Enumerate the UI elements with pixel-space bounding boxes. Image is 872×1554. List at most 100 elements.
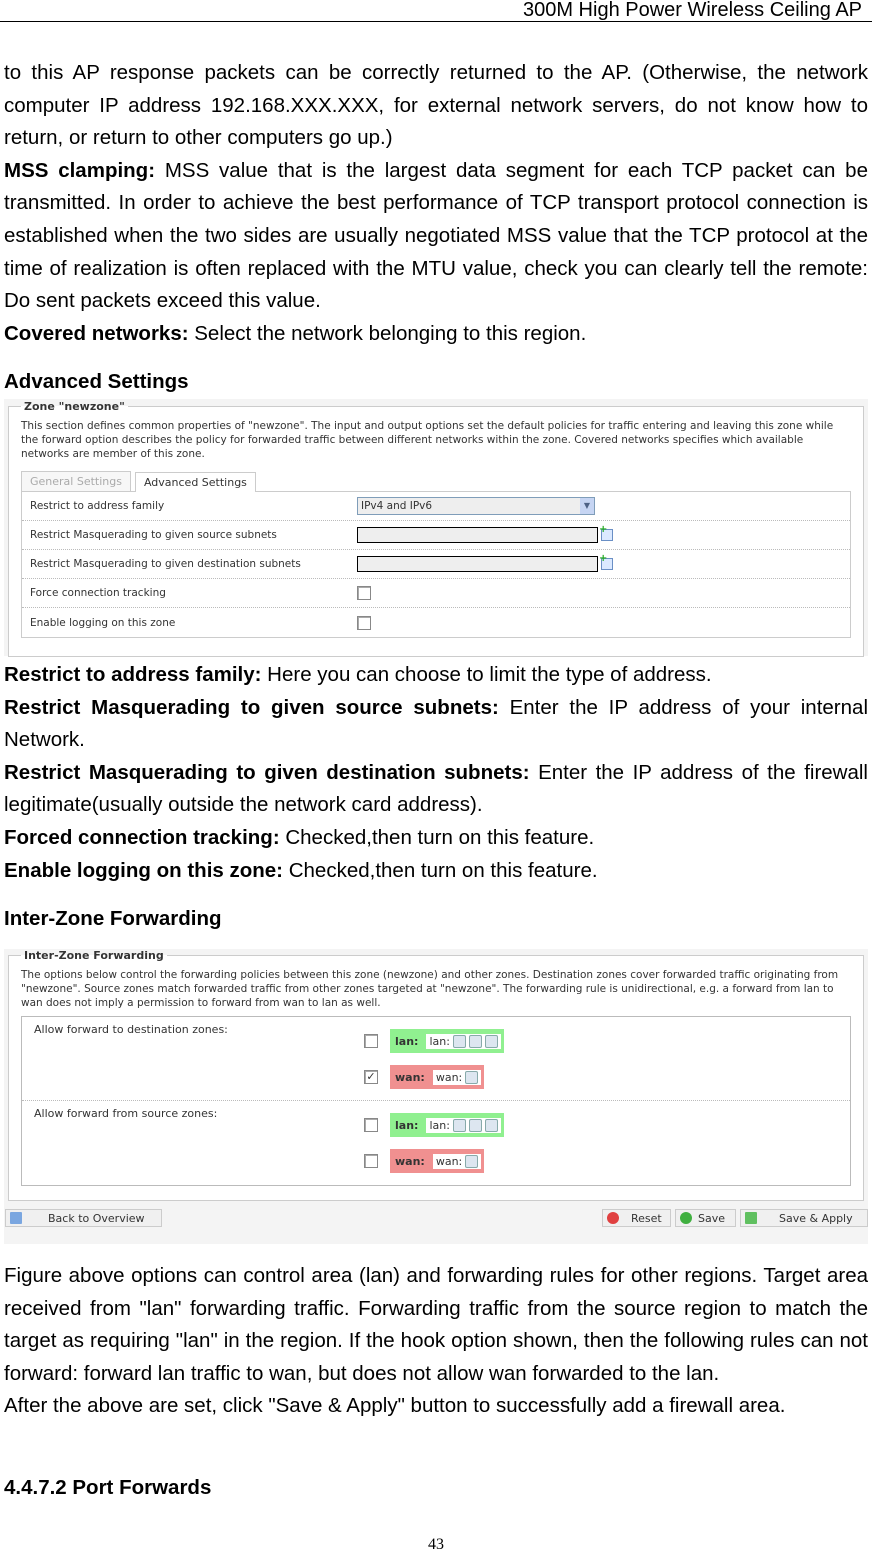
add-icon[interactable] <box>599 524 613 541</box>
row-conntrack: Force connection tracking <box>22 579 850 608</box>
tab-bar: General Settings Advanced Settings <box>21 471 851 492</box>
forwarding-box: Allow forward to destination zones: lan:… <box>21 1016 851 1186</box>
destination-zones-label: Allow forward to destination zones: <box>34 1023 228 1036</box>
button-label: Save <box>698 1211 726 1225</box>
mss-paragraph: MSS clamping: MSS value that is the larg… <box>4 155 868 318</box>
definition: Here you can choose to limit the type of… <box>261 663 712 686</box>
reset-button[interactable]: Reset <box>602 1209 671 1227</box>
forwarding-description: The options below control the forwarding… <box>21 969 839 1009</box>
section-heading: 4.4.7.2 Port Forwards <box>4 1476 212 1499</box>
src-wan-checkbox[interactable] <box>364 1154 378 1168</box>
ethernet-icon <box>468 1034 482 1048</box>
term: Restrict Masquerading to given source su… <box>4 695 499 719</box>
network-name: lan: <box>429 1118 450 1132</box>
desc-item: Restrict Masquerading to given source su… <box>4 692 868 757</box>
forwarding-fieldset: Inter-Zone Forwarding The options below … <box>8 949 864 1201</box>
intro-text: to this AP response packets can be corre… <box>4 57 868 350</box>
network-icon <box>465 1070 479 1084</box>
source-zones-section: Allow forward from source zones: lan: lan… <box>22 1101 850 1185</box>
desc-item: Restrict Masquerading to given destinati… <box>4 757 868 822</box>
button-label: Reset <box>631 1211 662 1225</box>
tab-general-settings[interactable]: General Settings <box>21 471 131 491</box>
inter-zone-heading: Inter-Zone Forwarding <box>4 907 222 930</box>
dest-wan-checkbox[interactable]: ✓ <box>364 1070 378 1084</box>
zone-badge-lan: lan: lan: <box>390 1113 504 1137</box>
network-icon <box>465 1154 479 1168</box>
zone-description: This section defines common properties o… <box>21 420 834 460</box>
desc-item: Forced connection tracking: Checked,then… <box>4 822 868 855</box>
source-subnets-input[interactable] <box>357 527 598 543</box>
button-label: Save & Apply <box>779 1211 853 1225</box>
check-icon <box>680 1212 692 1224</box>
row-source-subnets: Restrict Masquerading to given source su… <box>22 521 850 550</box>
row-label: Restrict Masquerading to given destinati… <box>30 558 301 570</box>
row-logging: Enable logging on this zone <box>22 608 850 637</box>
row-label: Enable logging on this zone <box>30 616 176 629</box>
zone-badge-lan: lan: lan: <box>390 1029 504 1053</box>
zone-name: lan: <box>395 1118 419 1132</box>
destination-subnets-input[interactable] <box>357 556 598 572</box>
row-label: Restrict to address family <box>30 500 165 512</box>
zone-name: wan: <box>395 1070 425 1084</box>
tab-advanced-settings[interactable]: Advanced Settings <box>134 472 256 492</box>
term: Covered networks: <box>4 321 189 345</box>
zone-screenshot: Zone "newzone" This section defines comm… <box>4 399 868 657</box>
forwarding-legend: Inter-Zone Forwarding <box>24 949 164 962</box>
zone-badge-wan: wan: wan: <box>390 1149 485 1173</box>
intro-paragraph: to this AP response packets can be corre… <box>4 61 868 150</box>
destination-zones-section: Allow forward to destination zones: lan:… <box>22 1017 850 1101</box>
ethernet-icon <box>452 1034 466 1048</box>
page-number: 43 <box>428 1536 444 1553</box>
row-address-family: Restrict to address family IPv4 and IPv6 ▼ <box>22 492 850 521</box>
save-apply-button[interactable]: Save & Apply <box>740 1209 868 1227</box>
back-to-overview-button[interactable]: Back to Overview <box>5 1209 162 1227</box>
term: Enable logging on this zone: <box>4 858 284 882</box>
save-button[interactable]: Save <box>675 1209 736 1227</box>
covered-paragraph: Covered networks: Select the network bel… <box>4 318 868 351</box>
network-name: wan: <box>435 1154 463 1168</box>
source-zones-label: Allow forward from source zones: <box>34 1107 218 1120</box>
select-value: IPv4 and IPv6 <box>361 500 433 512</box>
zone-badge-wan: wan: wan: <box>390 1065 485 1089</box>
dest-lan-checkbox[interactable] <box>364 1034 378 1048</box>
definition: Checked,then turn on this feature. <box>279 825 595 849</box>
row-destination-subnets: Restrict Masquerading to given destinati… <box>22 550 850 579</box>
add-icon[interactable] <box>599 553 613 570</box>
desc-item: Restrict to address family: Here you can… <box>4 659 868 692</box>
logging-checkbox[interactable] <box>357 615 371 630</box>
reset-icon <box>607 1212 619 1224</box>
term: MSS clamping: <box>4 158 156 182</box>
apply-icon <box>745 1212 757 1224</box>
wireless-icon <box>484 1118 498 1132</box>
conntrack-checkbox[interactable] <box>357 586 371 600</box>
zone-fieldset: Zone "newzone" This section defines comm… <box>8 400 864 657</box>
advanced-settings-heading: Advanced Settings <box>4 370 189 393</box>
definition: Select the network belonging to this reg… <box>188 321 587 345</box>
network-name: wan: <box>435 1070 463 1084</box>
advanced-panel: Restrict to address family IPv4 and IPv6 ▼… <box>21 491 851 638</box>
zone-name: wan: <box>395 1154 425 1168</box>
row-label: Force connection tracking <box>30 587 166 599</box>
desc-item: Enable logging on this zone: Checked,the… <box>4 855 868 888</box>
wireless-icon <box>484 1034 498 1048</box>
network-name: lan: <box>429 1034 450 1048</box>
zone-name: lan: <box>395 1034 419 1048</box>
ethernet-icon <box>452 1118 466 1132</box>
advanced-descriptions: Restrict to address family: Here you can… <box>4 659 868 887</box>
outro-paragraph: Figure above options can control area (l… <box>4 1264 868 1385</box>
ethernet-icon <box>468 1118 482 1132</box>
src-lan-checkbox[interactable] <box>364 1118 378 1132</box>
address-family-select[interactable]: IPv4 and IPv6 ▼ <box>357 497 595 515</box>
page-header: 300M High Power Wireless Ceiling AP <box>0 0 872 22</box>
outro-paragraph: After the above are set, click "Save & A… <box>4 1394 786 1418</box>
button-bar: Back to Overview Reset Save Save & Apply <box>4 1201 868 1227</box>
term: Restrict to address family: <box>4 663 262 686</box>
term: Restrict Masquerading to given destinati… <box>4 760 530 784</box>
outro-text: Figure above options can control area (l… <box>4 1260 868 1423</box>
header-title: 300M High Power Wireless Ceiling AP <box>522 0 862 21</box>
arrow-left-icon <box>10 1212 22 1224</box>
definition: Checked,then turn on this feature. <box>283 858 598 882</box>
zone-legend: Zone "newzone" <box>24 400 125 413</box>
button-label: Back to Overview <box>48 1211 145 1225</box>
row-label: Restrict Masquerading to given source su… <box>30 529 277 541</box>
